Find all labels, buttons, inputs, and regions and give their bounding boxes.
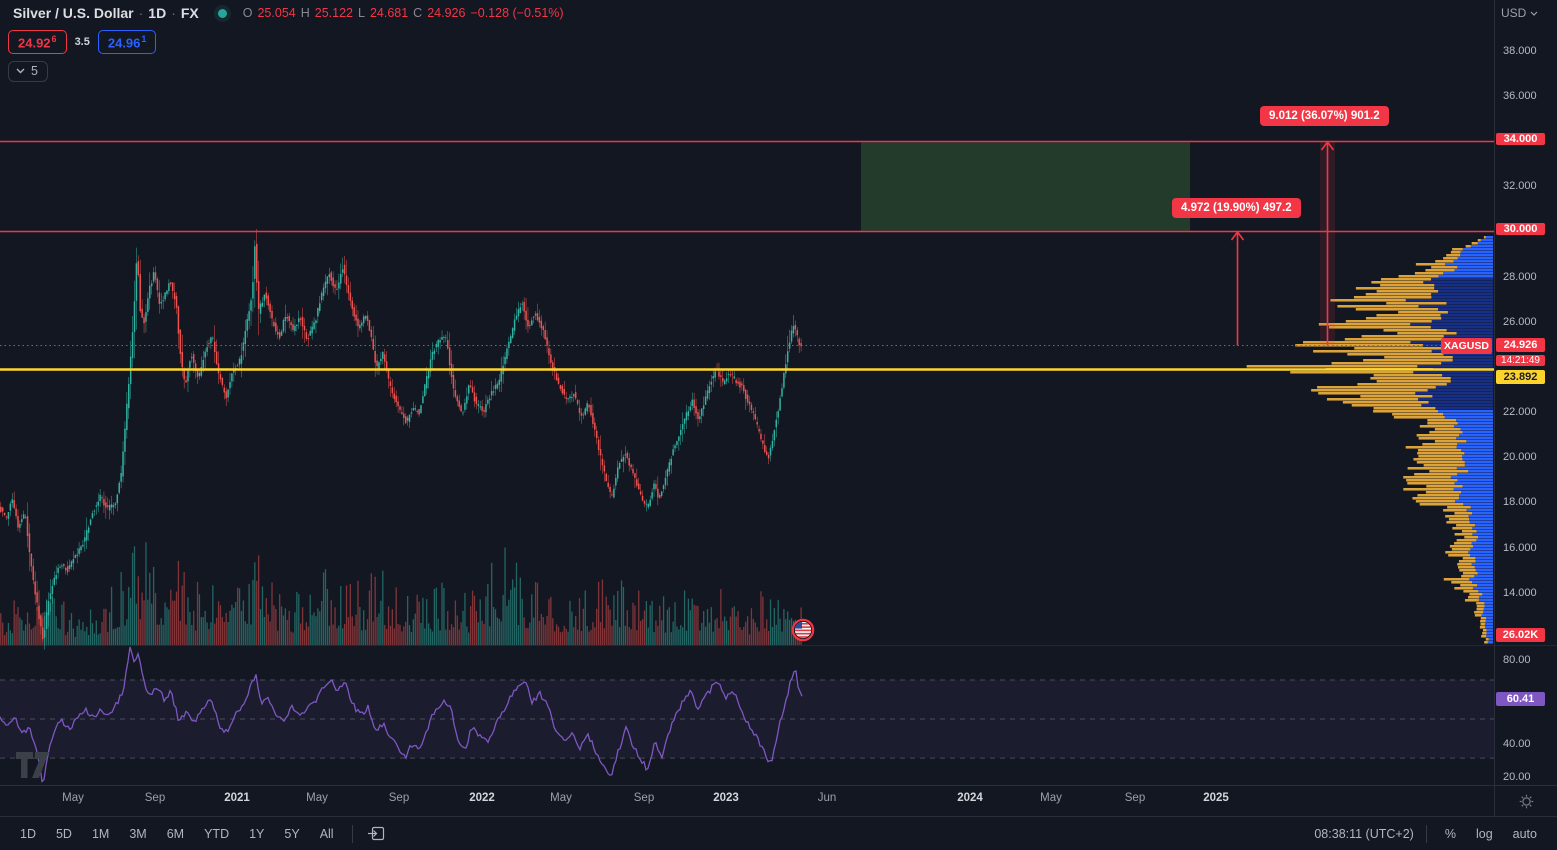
last-price-label: 24.926 bbox=[1496, 338, 1545, 352]
price-levels[interactable] bbox=[0, 142, 1494, 370]
separator: · bbox=[139, 5, 144, 21]
resistance-price-label-34: 34.000 bbox=[1496, 133, 1545, 145]
time-axis-label: 2022 bbox=[469, 792, 495, 804]
ohlc-readout: O 25.054 H 25.122 L 24.681 C 24.926 −0.128 (… bbox=[243, 6, 564, 20]
currency-selector[interactable]: USD bbox=[1501, 6, 1538, 20]
time-axis-label: May bbox=[62, 792, 84, 804]
price-tick-label: 18.000 bbox=[1503, 495, 1537, 509]
chart-window: Silver / U.S. Dollar · 1D · FX O 25.054 H… bbox=[0, 0, 1557, 850]
bar-countdown-label: 14:21:49 bbox=[1496, 355, 1545, 366]
close-value: 24.926 bbox=[427, 6, 465, 20]
chevron-down-icon bbox=[16, 68, 25, 74]
range-1m[interactable]: 1M bbox=[82, 825, 119, 843]
time-axis-label: 2025 bbox=[1203, 792, 1229, 804]
interval-label[interactable]: 1D bbox=[148, 5, 166, 21]
time-axis-label: Sep bbox=[145, 792, 165, 804]
gear-icon bbox=[1518, 793, 1535, 810]
price-range-label-36pct[interactable]: 9.012 (36.07%) 901.2 bbox=[1260, 106, 1389, 126]
separator: · bbox=[171, 5, 176, 21]
price-tick-label: 80.00 bbox=[1503, 653, 1531, 667]
price-tick-label: 14.000 bbox=[1503, 586, 1537, 600]
price-tick-label: 32.000 bbox=[1503, 179, 1537, 193]
bid-ask-panel: 24.926 3.5 24.961 bbox=[8, 30, 156, 54]
time-axis-label: May bbox=[306, 792, 328, 804]
range-1y[interactable]: 1Y bbox=[239, 825, 274, 843]
log-scale-toggle[interactable]: log bbox=[1466, 825, 1503, 843]
range-5y[interactable]: 5Y bbox=[274, 825, 309, 843]
tradingview-watermark-logo bbox=[16, 752, 49, 778]
exchange-label[interactable]: FX bbox=[181, 5, 199, 21]
time-axis-label: 2024 bbox=[957, 792, 983, 804]
main-chart-canvas[interactable] bbox=[0, 0, 1557, 850]
hidden-indicators-count: 5 bbox=[31, 64, 38, 78]
time-axis-label: 2021 bbox=[224, 792, 250, 804]
close-label: C bbox=[413, 6, 422, 20]
price-tick-label: 20.000 bbox=[1503, 450, 1537, 464]
percent-scale-toggle[interactable]: % bbox=[1435, 825, 1466, 843]
rsi-value-label: 60.41 bbox=[1496, 692, 1545, 706]
buy-button[interactable]: 24.961 bbox=[98, 30, 157, 54]
price-tick-label: 38.000 bbox=[1503, 44, 1537, 58]
time-axis-label: Sep bbox=[389, 792, 409, 804]
session-clock[interactable]: 08:38:11 (UTC+2) bbox=[1314, 827, 1413, 841]
time-axis-label: May bbox=[550, 792, 572, 804]
symbol-legend: Silver / U.S. Dollar · 1D · FX O 25.054 H… bbox=[13, 5, 564, 21]
price-tick-label: 36.000 bbox=[1503, 89, 1537, 103]
axis-settings-buttons: 08:38:11 (UTC+2) % log auto bbox=[1314, 825, 1547, 843]
range-all[interactable]: All bbox=[310, 825, 344, 843]
indicators-collapse-button[interactable]: 5 bbox=[8, 61, 48, 82]
change-value: −0.128 (−0.51%) bbox=[470, 6, 563, 20]
range-6m[interactable]: 6M bbox=[157, 825, 194, 843]
price-range-arrows[interactable] bbox=[1232, 142, 1336, 346]
range-1d[interactable]: 1D bbox=[10, 825, 46, 843]
range-5d[interactable]: 5D bbox=[46, 825, 82, 843]
divider bbox=[352, 825, 353, 843]
time-axis-label: Sep bbox=[634, 792, 654, 804]
candlestick-series bbox=[0, 229, 802, 650]
volume-profile bbox=[1247, 236, 1493, 644]
market-status-icon[interactable] bbox=[218, 9, 227, 18]
axis-settings-corner[interactable] bbox=[1495, 786, 1557, 816]
symbol-tag-label: XAGUSD bbox=[1441, 338, 1492, 354]
auto-scale-toggle[interactable]: auto bbox=[1503, 825, 1547, 843]
price-tick-label: 20.00 bbox=[1503, 770, 1531, 784]
symbol-title[interactable]: Silver / U.S. Dollar bbox=[13, 5, 134, 21]
rsi-indicator bbox=[0, 647, 1494, 782]
price-range-label-19pct[interactable]: 4.972 (19.90%) 497.2 bbox=[1172, 198, 1301, 218]
time-axis-label: May bbox=[1040, 792, 1062, 804]
supply-zone-box[interactable] bbox=[861, 142, 1190, 230]
price-tick-label: 28.000 bbox=[1503, 270, 1537, 284]
volume-histogram bbox=[0, 542, 802, 645]
yellow-line-price-label: 23.892 bbox=[1496, 370, 1545, 384]
price-tick-label: 22.000 bbox=[1503, 405, 1537, 419]
chevron-down-icon bbox=[1530, 11, 1538, 16]
sell-button[interactable]: 24.926 bbox=[8, 30, 67, 54]
range-ytd[interactable]: YTD bbox=[194, 825, 239, 843]
go-to-date-icon[interactable] bbox=[367, 824, 386, 843]
low-label: L bbox=[358, 6, 365, 20]
high-value: 25.122 bbox=[315, 6, 353, 20]
divider bbox=[1426, 825, 1427, 843]
time-axis-label: 2023 bbox=[713, 792, 739, 804]
spread-value: 3.5 bbox=[75, 36, 90, 48]
price-tick-label: 40.00 bbox=[1503, 737, 1531, 751]
time-axis-label: Jun bbox=[818, 792, 837, 804]
low-value: 24.681 bbox=[370, 6, 408, 20]
open-label: O bbox=[243, 6, 253, 20]
high-label: H bbox=[301, 6, 310, 20]
open-value: 25.054 bbox=[257, 6, 295, 20]
bottom-toolbar: 1D 5D 1M 3M 6M YTD 1Y 5Y All 08:38:11 (U… bbox=[0, 817, 1557, 850]
us-market-session-icon[interactable] bbox=[792, 619, 814, 641]
volume-value-label: 26.02K bbox=[1496, 628, 1545, 642]
range-3m[interactable]: 3M bbox=[119, 825, 156, 843]
range-buttons: 1D 5D 1M 3M 6M YTD 1Y 5Y All bbox=[10, 824, 386, 843]
resistance-price-label-30: 30.000 bbox=[1496, 223, 1545, 235]
time-axis-label: Sep bbox=[1125, 792, 1145, 804]
price-tick-label: 16.000 bbox=[1503, 541, 1537, 555]
price-tick-label: 26.000 bbox=[1503, 315, 1537, 329]
